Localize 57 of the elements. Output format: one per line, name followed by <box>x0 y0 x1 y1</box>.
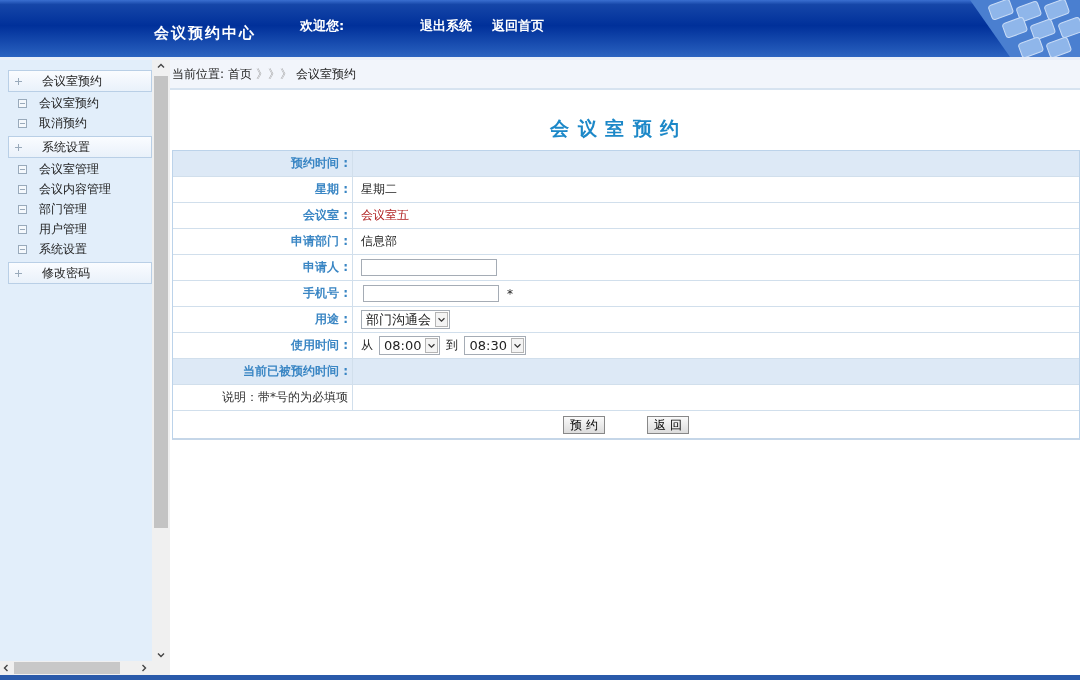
breadcrumb-link[interactable]: 首页 <box>227 65 252 83</box>
plus-icon <box>15 269 22 277</box>
horizontal-scrollbar[interactable] <box>0 661 170 675</box>
sidebar-item[interactable]: 会议室管理 <box>18 159 152 179</box>
caret-icon <box>510 338 524 353</box>
caret-icon <box>435 312 448 327</box>
item-icon <box>18 118 27 128</box>
field-label: 说明：带*号的为必填项 <box>173 385 353 410</box>
form-button[interactable]: 预 约 <box>563 415 605 434</box>
welcome-text: 欢迎您: <box>300 16 345 35</box>
select-field[interactable]: 部门沟通会 <box>361 310 450 329</box>
sidebar-group[interactable]: 修改密码 <box>8 262 152 284</box>
select-field[interactable]: 08:00 <box>379 336 441 355</box>
breadcrumb-current: 会议室预约 <box>295 65 356 83</box>
field-label: 申请部门 : <box>173 229 353 254</box>
field-label: 使用时间 : <box>173 333 353 358</box>
item-icon <box>18 98 27 108</box>
caret-icon <box>425 338 439 353</box>
field-label: 用途 : <box>173 307 353 332</box>
breadcrumb-separator: 》》》 <box>255 65 292 83</box>
item-icon <box>18 164 27 174</box>
header-link[interactable]: 退出系统 <box>420 16 473 35</box>
header-link[interactable]: 返回首页 <box>492 16 545 35</box>
sidebar-group[interactable]: 系统设置 <box>8 136 152 158</box>
from-label: 从 <box>361 337 373 354</box>
sidebar-item[interactable]: 系统设置 <box>18 239 152 259</box>
input-field[interactable] <box>363 285 499 302</box>
field-label: 星期 : <box>173 177 353 202</box>
plus-icon <box>15 143 22 151</box>
form-button[interactable]: 返 回 <box>646 415 689 434</box>
sidebar-item[interactable]: 会议内容管理 <box>18 179 152 199</box>
item-icon <box>18 184 27 194</box>
site-title: 会议预约中心 <box>154 24 256 43</box>
field-label: 当前已被预约时间 : <box>173 359 353 384</box>
field-label: 申请人 : <box>173 255 353 280</box>
required-mark: * <box>507 286 513 301</box>
sidebar-group[interactable]: 会议室预约 <box>8 70 152 92</box>
field-label: 预约时间 : <box>173 151 353 176</box>
item-icon <box>18 244 27 254</box>
field-value: 信息部 <box>361 233 397 250</box>
form-title: 会 议 室 预 约 <box>550 116 682 141</box>
field-label: 手机号 : <box>173 281 353 306</box>
plus-icon <box>15 77 22 85</box>
to-label: 到 <box>446 337 459 354</box>
input-field[interactable] <box>361 259 497 276</box>
item-icon <box>18 224 27 234</box>
field-label: 会议室 : <box>173 203 353 228</box>
sidebar-item[interactable]: 部门管理 <box>18 199 152 219</box>
room-name: 会议室五 <box>361 207 409 224</box>
sidebar-item[interactable]: 取消预约 <box>18 113 152 133</box>
select-field[interactable]: 08:30 <box>464 336 526 355</box>
item-icon <box>18 204 27 214</box>
breadcrumb-label: 当前位置: <box>172 65 226 83</box>
vertical-scrollbar[interactable] <box>152 60 170 661</box>
field-value: 星期二 <box>361 181 397 198</box>
sidebar-item[interactable]: 会议室预约 <box>18 93 152 113</box>
sidebar-item[interactable]: 用户管理 <box>18 219 152 239</box>
